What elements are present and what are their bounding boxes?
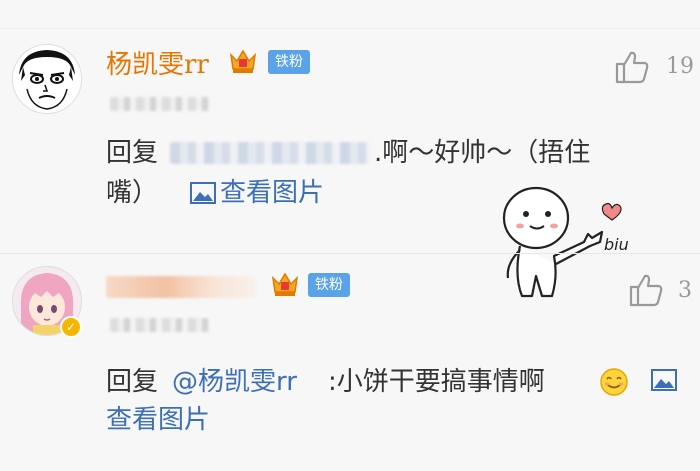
smile-emoji-icon: [600, 368, 628, 396]
crown-icon: [229, 49, 257, 73]
fan-badge: 铁粉: [268, 50, 310, 74]
top-divider: [0, 28, 700, 29]
comment-divider: [0, 253, 700, 254]
reply-prefix: 回复: [106, 138, 159, 168]
view-image-link[interactable]: 查看图片: [106, 400, 210, 440]
image-icon[interactable]: [651, 369, 677, 391]
thumbs-up-icon[interactable]: [614, 50, 650, 84]
like-count: 3: [678, 278, 692, 303]
comment-time-blurred: [110, 97, 210, 111]
fan-badge: 铁粉: [308, 273, 350, 297]
comment-text: :小饼干要搞事情啊: [328, 367, 545, 397]
sticker-text: biu: [604, 235, 629, 254]
verified-icon: ✓: [60, 316, 82, 338]
mention-link[interactable]: @杨凯雯rr: [172, 362, 297, 402]
comment-time-blurred: [110, 318, 210, 332]
comment-text: .啊～好帅～（捂住: [374, 138, 591, 168]
like-count: 19: [666, 54, 694, 79]
comment-text-continued: 嘴）: [106, 178, 159, 208]
mention-blurred[interactable]: [170, 142, 370, 164]
thumbs-up-icon[interactable]: [628, 273, 664, 307]
comment-username[interactable]: 杨凯雯rr: [106, 44, 209, 81]
view-image-link[interactable]: 查看图片: [190, 173, 324, 213]
avatar[interactable]: [12, 44, 82, 114]
reply-prefix: 回复: [106, 367, 159, 397]
crown-icon: [271, 272, 299, 296]
username-blurred[interactable]: [106, 276, 256, 298]
